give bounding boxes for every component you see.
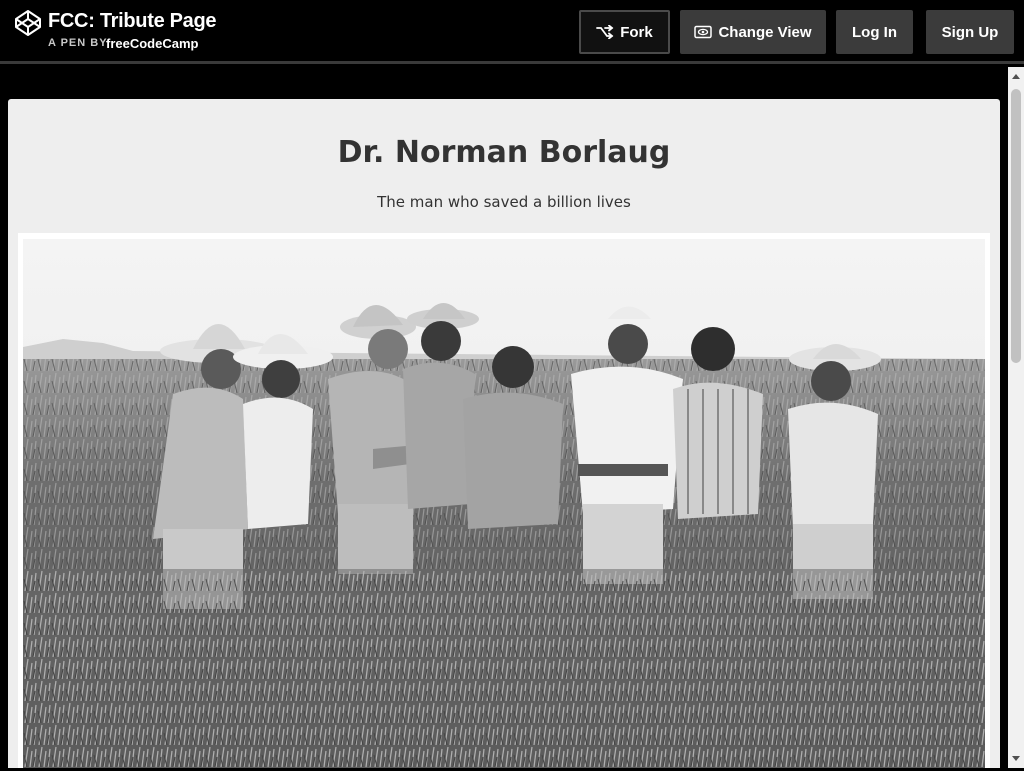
login-button[interactable]: Log In (836, 10, 913, 54)
login-label: Log In (852, 23, 897, 41)
pen-title[interactable]: FCC: Tribute Page (48, 10, 217, 33)
scrollbar-thumb[interactable] (1011, 89, 1021, 363)
top-bar: FCC: Tribute Page A PEN BY freeCodeCamp … (0, 0, 1024, 64)
fork-button[interactable]: Fork (579, 10, 670, 54)
scroll-down-arrow-icon[interactable] (1008, 750, 1024, 766)
signup-button[interactable]: Sign Up (926, 10, 1014, 54)
change-view-button[interactable]: Change View (680, 10, 826, 54)
scrollbar[interactable] (1008, 67, 1024, 768)
preview-frame[interactable]: Dr. Norman Borlaug The man who saved a b… (8, 99, 1000, 768)
fork-label: Fork (620, 23, 653, 41)
scroll-up-arrow-icon[interactable] (1008, 69, 1024, 85)
page-title: Dr. Norman Borlaug (337, 135, 671, 170)
eye-view-icon (694, 25, 713, 39)
pen-author-link[interactable]: freeCodeCamp (106, 36, 198, 51)
fork-icon (596, 25, 614, 39)
codepen-logo-icon[interactable] (14, 9, 42, 37)
image-container (18, 233, 990, 768)
change-view-label: Change View (718, 23, 812, 41)
tribute-photo (23, 239, 985, 768)
page-subtitle: The man who saved a billion lives (377, 193, 631, 211)
signup-label: Sign Up (941, 23, 999, 41)
pen-by-label: A PEN BY (48, 37, 108, 49)
